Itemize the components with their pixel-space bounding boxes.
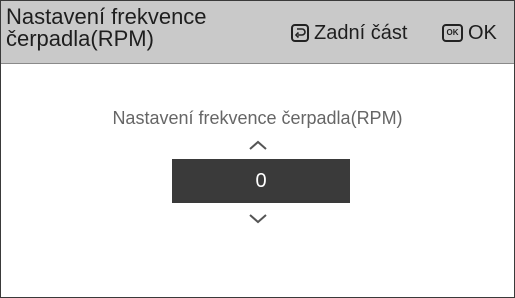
ok-key-icon: OK xyxy=(442,24,463,42)
field-label: Nastavení frekvence čerpadla(RPM) xyxy=(112,108,403,128)
return-icon xyxy=(291,24,309,42)
page-title: Nastavení frekvence čerpadla(RPM) xyxy=(6,4,207,51)
back-button[interactable]: Zadní část xyxy=(291,21,407,45)
ok-button-label: OK xyxy=(468,21,497,44)
chevron-up-icon[interactable] xyxy=(248,139,268,151)
chevron-down-icon[interactable] xyxy=(248,213,268,225)
back-button-label: Zadní část xyxy=(314,21,408,44)
ok-button[interactable]: OK OK xyxy=(442,21,497,45)
screen-frame: Nastavení frekvence čerpadla(RPM) Zadní … xyxy=(0,0,515,298)
rpm-value-field[interactable]: 0 xyxy=(172,159,350,203)
header-bar: Nastavení frekvence čerpadla(RPM) Zadní … xyxy=(1,1,514,64)
rpm-value: 0 xyxy=(255,169,267,192)
